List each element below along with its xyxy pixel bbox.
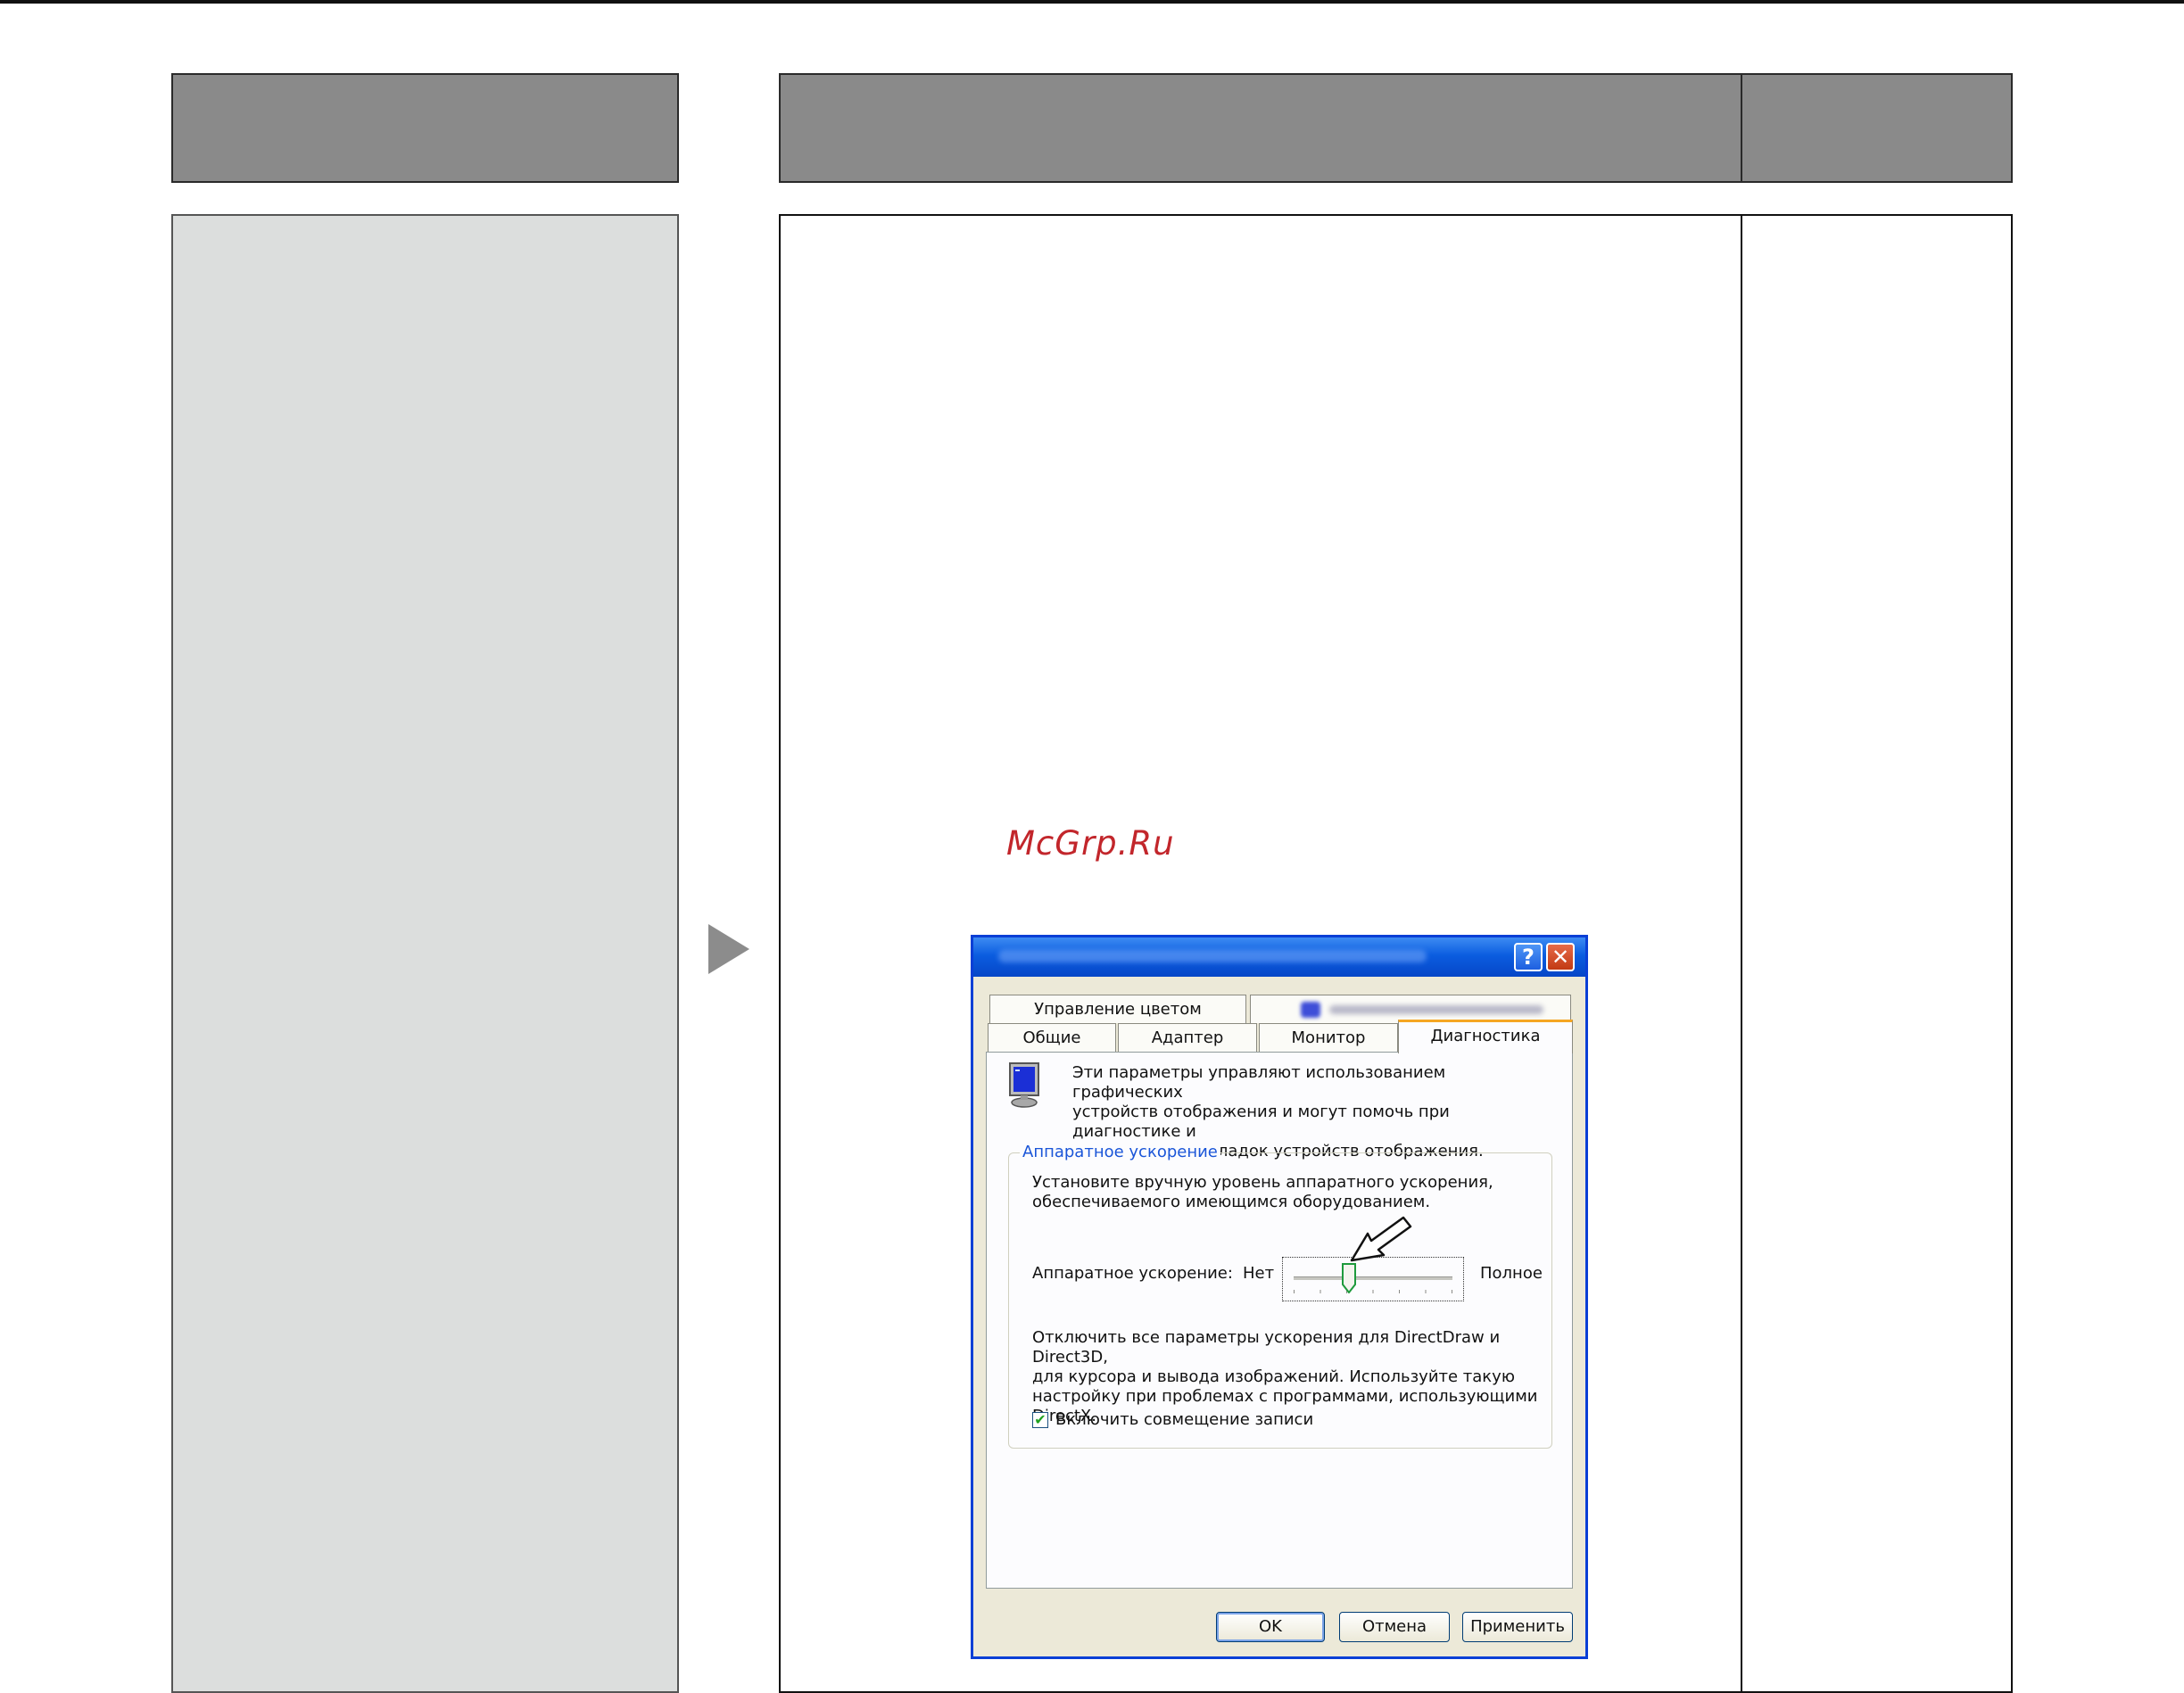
tab-color-management[interactable]: Управление цветом (989, 995, 1246, 1023)
blurred-tab-icon (1301, 1002, 1320, 1018)
left-panel (171, 214, 679, 1693)
cancel-button[interactable]: Отмена (1339, 1612, 1450, 1642)
header-bar-left (171, 73, 679, 183)
monitor-icon (1009, 1062, 1039, 1108)
right-panel (1741, 214, 2013, 1693)
slider-ticks (1294, 1290, 1452, 1293)
help-button[interactable]: ? (1514, 943, 1543, 971)
ok-button[interactable]: OK (1216, 1612, 1325, 1642)
slider-track (1294, 1276, 1452, 1280)
diagnostics-panel: Эти параметры управляют использованием г… (986, 1052, 1573, 1589)
group-legend: Аппаратное ускорение (1020, 1143, 1220, 1161)
tab-adapter[interactable]: Адаптер (1118, 1023, 1257, 1052)
top-rule (0, 0, 2184, 4)
pointer-arrow-icon (1350, 1216, 1412, 1262)
hardware-acceleration-group: Аппаратное ускорение Установите вручную … (1008, 1143, 1552, 1449)
display-properties-dialog: ? ✕ Управление цветом Общие Адаптер Мони… (971, 935, 1588, 1659)
close-button[interactable]: ✕ (1546, 943, 1575, 971)
slider-max-label: Полное (1480, 1264, 1543, 1283)
tab-diagnostics[interactable]: Диагностика (1398, 1020, 1573, 1053)
blurred-tab-label (1329, 1005, 1543, 1014)
step-arrow-icon (708, 924, 749, 974)
write-combining-checkbox[interactable]: ✔ (1032, 1412, 1048, 1428)
apply-button[interactable]: Применить (1462, 1612, 1573, 1642)
tab-general[interactable]: Общие (988, 1023, 1116, 1052)
slider-min-label: Нет (1243, 1264, 1275, 1283)
slider-label: Аппаратное ускорение: (1032, 1264, 1233, 1283)
slider-thumb[interactable] (1342, 1263, 1357, 1293)
blurred-title (998, 950, 1427, 962)
group-description: Установите вручную уровень аппаратного у… (1032, 1173, 1493, 1211)
header-bar-middle (779, 73, 1742, 183)
title-bar[interactable]: ? ✕ (973, 937, 1585, 977)
header-bar-right (1741, 73, 2013, 183)
watermark: McGrp.Ru (1006, 824, 1175, 863)
write-combining-label[interactable]: Включить совмещение записи (1055, 1410, 1313, 1429)
tab-monitor[interactable]: Монитор (1259, 1023, 1398, 1052)
